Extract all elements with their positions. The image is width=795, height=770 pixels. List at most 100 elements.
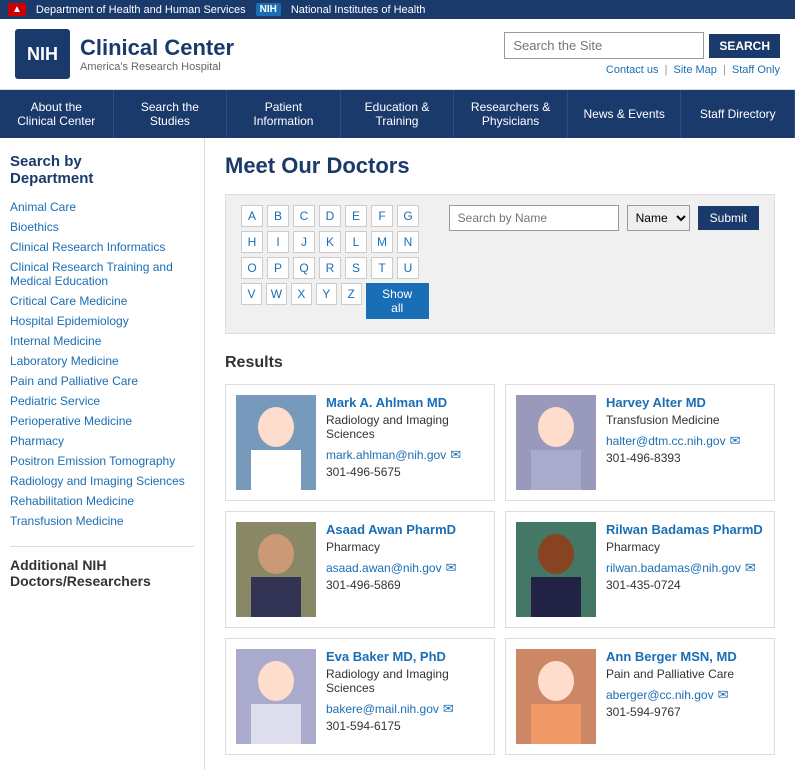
doctor-name-eva[interactable]: Eva Baker MD, PhD: [326, 649, 484, 664]
alpha-row-2: H I J K L M N: [241, 231, 429, 253]
sidebar-item-pet[interactable]: Positron Emission Tomography: [10, 451, 194, 471]
header-search-bar: SEARCH: [504, 32, 780, 59]
doctor-name-mark[interactable]: Mark A. Ahlman MD: [326, 395, 484, 410]
alpha-Z[interactable]: Z: [341, 283, 362, 305]
alpha-Q[interactable]: Q: [293, 257, 315, 279]
alpha-K[interactable]: K: [319, 231, 341, 253]
sidebar-item-radiology[interactable]: Radiology and Imaging Sciences: [10, 471, 194, 491]
header: NIH Clinical Center America's Research H…: [0, 19, 795, 90]
alpha-C[interactable]: C: [293, 205, 315, 227]
alpha-S[interactable]: S: [345, 257, 367, 279]
alpha-D[interactable]: D: [319, 205, 341, 227]
doctor-name-rilwan[interactable]: Rilwan Badamas PharmD: [606, 522, 764, 537]
sidebar-item-pediatric[interactable]: Pediatric Service: [10, 391, 194, 411]
doctor-name-ann[interactable]: Ann Berger MSN, MD: [606, 649, 764, 664]
nav-researchers[interactable]: Researchers &Physicians: [454, 90, 568, 138]
header-search-area: SEARCH Contact us | Site Map | Staff Onl…: [504, 32, 780, 76]
doctor-name-asaad[interactable]: Asaad Awan PharmD: [326, 522, 484, 537]
doctor-photo-asaad: [236, 522, 316, 617]
alpha-row-3: O P Q R S T U: [241, 257, 429, 279]
doctor-dept-eva: Radiology and ImagingSciences: [326, 667, 484, 695]
staff-only-link[interactable]: Staff Only: [732, 64, 780, 76]
results-row-1: Mark A. Ahlman MD Radiology and ImagingS…: [225, 384, 775, 501]
sidebar-item-crte[interactable]: Clinical Research Training and Medical E…: [10, 257, 194, 291]
search-submit-button[interactable]: Submit: [698, 206, 759, 230]
sidebar: Search byDepartment Animal Care Bioethic…: [0, 138, 205, 770]
alpha-H[interactable]: H: [241, 231, 263, 253]
alpha-O[interactable]: O: [241, 257, 263, 279]
doctor-card-rilwan: Rilwan Badamas PharmD Pharmacy rilwan.ba…: [505, 511, 775, 628]
main-content: Meet Our Doctors A B C D E F G H: [205, 138, 795, 770]
alpha-V[interactable]: V: [241, 283, 262, 305]
name-search-input[interactable]: [449, 205, 619, 231]
results-row-2: Asaad Awan PharmD Pharmacy asaad.awan@ni…: [225, 511, 775, 628]
alpha-T[interactable]: T: [371, 257, 393, 279]
site-search-input[interactable]: [504, 32, 704, 59]
doctor-dept-asaad: Pharmacy: [326, 540, 484, 554]
alpha-J[interactable]: J: [293, 231, 315, 253]
nav-patient[interactable]: PatientInformation: [227, 90, 341, 138]
main-nav: About theClinical Center Search theStudi…: [0, 90, 795, 138]
email-icon-asaad: ✉: [446, 560, 457, 576]
sidebar-item-transfusion[interactable]: Transfusion Medicine: [10, 511, 194, 531]
sidebar-item-critical[interactable]: Critical Care Medicine: [10, 291, 194, 311]
nav-news[interactable]: News & Events: [568, 90, 682, 138]
doctor-phone-asaad: 301-496-5869: [326, 578, 484, 592]
alpha-row-4: V W X Y Z Show all: [241, 283, 429, 319]
results-title: Results: [225, 354, 775, 372]
alpha-P[interactable]: P: [267, 257, 289, 279]
alpha-F[interactable]: F: [371, 205, 393, 227]
content-wrapper: Search byDepartment Animal Care Bioethic…: [0, 138, 795, 770]
doctor-email-harvey[interactable]: halter@dtm.cc.nih.gov ✉: [606, 433, 764, 449]
alpha-G[interactable]: G: [397, 205, 419, 227]
hhs-text: Department of Health and Human Services: [36, 4, 246, 16]
sidebar-item-animal-care[interactable]: Animal Care: [10, 197, 194, 217]
alpha-I[interactable]: I: [267, 231, 289, 253]
alpha-E[interactable]: E: [345, 205, 367, 227]
doctor-photo-harvey: [516, 395, 596, 490]
nav-staff[interactable]: Staff Directory: [681, 90, 795, 138]
sidebar-item-rehab[interactable]: Rehabilitation Medicine: [10, 491, 194, 511]
sidebar-item-periop[interactable]: Perioperative Medicine: [10, 411, 194, 431]
sidebar-item-internal-med[interactable]: Internal Medicine: [10, 331, 194, 351]
alpha-A[interactable]: A: [241, 205, 263, 227]
search-type-select[interactable]: Name: [627, 205, 690, 231]
page-title: Meet Our Doctors: [225, 153, 775, 179]
nav-education[interactable]: Education &Training: [341, 90, 455, 138]
alpha-X[interactable]: X: [291, 283, 312, 305]
alpha-W[interactable]: W: [266, 283, 287, 305]
alpha-Y[interactable]: Y: [316, 283, 337, 305]
alpha-L[interactable]: L: [345, 231, 367, 253]
doctor-name-harvey[interactable]: Harvey Alter MD: [606, 395, 764, 410]
sidebar-item-pharmacy[interactable]: Pharmacy: [10, 431, 194, 451]
contact-link[interactable]: Contact us: [606, 64, 659, 76]
clinic-sub-title: America's Research Hospital: [80, 61, 234, 73]
logo-area: NIH Clinical Center America's Research H…: [15, 29, 234, 79]
nih-badge: NIH: [256, 3, 281, 16]
doctor-photo-mark: [236, 395, 316, 490]
sidebar-item-lab-med[interactable]: Laboratory Medicine: [10, 351, 194, 371]
show-all-button[interactable]: Show all: [366, 283, 429, 319]
site-map-link[interactable]: Site Map: [673, 64, 716, 76]
sidebar-item-cri[interactable]: Clinical Research Informatics: [10, 237, 194, 257]
site-search-button[interactable]: SEARCH: [709, 34, 780, 58]
alpha-M[interactable]: M: [371, 231, 393, 253]
sidebar-item-pain[interactable]: Pain and Palliative Care: [10, 371, 194, 391]
doctor-email-rilwan[interactable]: rilwan.badamas@nih.gov ✉: [606, 560, 764, 576]
email-icon-ann: ✉: [718, 687, 729, 703]
doctor-info-mark: Mark A. Ahlman MD Radiology and ImagingS…: [326, 395, 484, 490]
doctor-email-mark[interactable]: mark.ahlman@nih.gov ✉: [326, 447, 484, 463]
alpha-B[interactable]: B: [267, 205, 289, 227]
alpha-U[interactable]: U: [397, 257, 419, 279]
alpha-R[interactable]: R: [319, 257, 341, 279]
sidebar-item-bioethics[interactable]: Bioethics: [10, 217, 194, 237]
alpha-N[interactable]: N: [397, 231, 419, 253]
nav-about[interactable]: About theClinical Center: [0, 90, 114, 138]
doctor-email-ann[interactable]: aberger@cc.nih.gov ✉: [606, 687, 764, 703]
doctor-email-eva[interactable]: bakere@mail.nih.gov ✉: [326, 701, 484, 717]
nav-studies[interactable]: Search theStudies: [114, 90, 228, 138]
doctor-email-asaad[interactable]: asaad.awan@nih.gov ✉: [326, 560, 484, 576]
doctor-info-rilwan: Rilwan Badamas PharmD Pharmacy rilwan.ba…: [606, 522, 764, 617]
doctor-phone-mark: 301-496-5675: [326, 465, 484, 479]
sidebar-item-hospital-epi[interactable]: Hospital Epidemiology: [10, 311, 194, 331]
